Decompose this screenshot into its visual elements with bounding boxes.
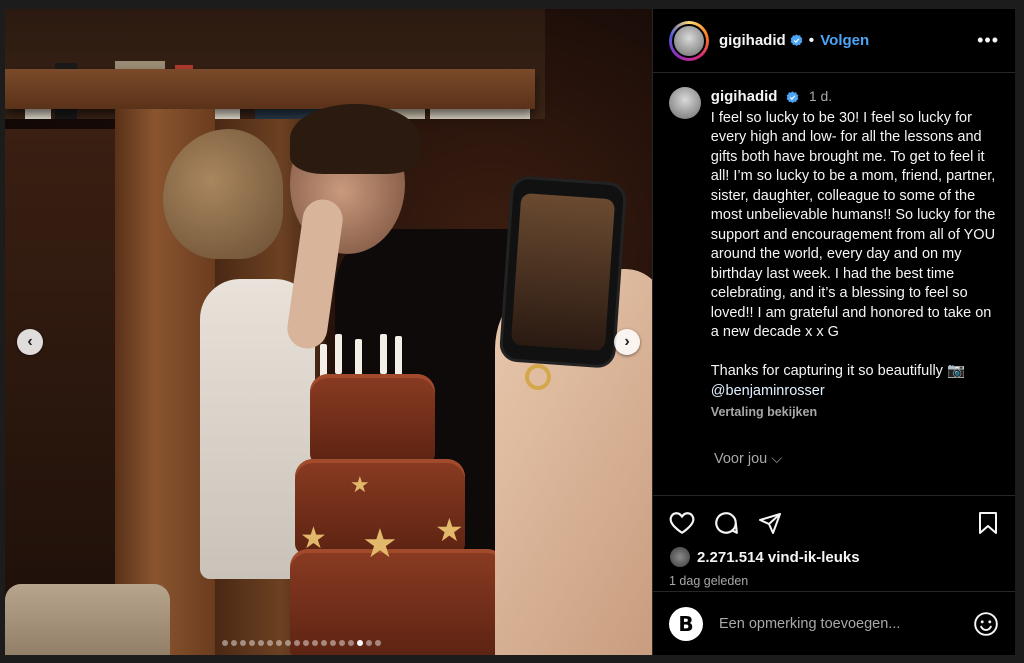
caption-body: gigihadid 1 d. I feel so lucky to be 30!… — [711, 87, 999, 423]
carousel-dot — [222, 640, 228, 646]
carousel-dot — [321, 640, 327, 646]
translate-link[interactable]: Vertaling bekijken — [711, 403, 999, 423]
bookmark-icon[interactable] — [977, 511, 999, 535]
comment-input[interactable] — [717, 614, 951, 633]
post-date: 1 dag geleden — [669, 574, 749, 588]
brand-avatar: B — [669, 606, 703, 641]
carousel-dot — [339, 640, 345, 646]
star-decoration: ★ — [435, 512, 464, 548]
likes-count[interactable]: 2.271.514 vind-ik-leuks — [697, 549, 860, 566]
likes-row[interactable]: 2.271.514 vind-ik-leuks — [653, 538, 1015, 568]
carousel-dot — [240, 640, 246, 646]
carousel-dot — [249, 640, 255, 646]
caption-timestamp[interactable]: 1 d. — [809, 88, 832, 104]
carousel-indicator — [222, 640, 381, 646]
sofa — [5, 584, 170, 655]
window-frame: ★ ★ ★ ★ ‹ › gigihadid • Volgen ••• gigih… — [0, 0, 1024, 663]
candle — [395, 336, 402, 376]
candle — [380, 334, 387, 374]
background-room — [5, 129, 115, 655]
star-decoration: ★ — [350, 472, 370, 497]
cake-tier — [310, 374, 435, 464]
candle — [335, 334, 342, 374]
send-icon[interactable] — [757, 511, 783, 535]
carousel-dot — [312, 640, 318, 646]
comment-bar: B — [653, 591, 1015, 655]
more-options-icon[interactable]: ••• — [977, 30, 999, 51]
heart-icon[interactable] — [669, 511, 695, 535]
caption-avatar[interactable] — [669, 87, 701, 119]
man-hair — [290, 104, 420, 174]
carousel-dot — [231, 640, 237, 646]
carousel-dot — [357, 640, 363, 646]
verified-badge-icon — [790, 34, 803, 47]
carousel-dot — [348, 640, 354, 646]
candle — [355, 339, 362, 379]
story-ring[interactable] — [669, 20, 709, 61]
shelf-board — [5, 69, 535, 109]
phone — [498, 175, 628, 369]
caption-username-link[interactable]: gigihadid — [711, 88, 778, 105]
post-media[interactable]: ★ ★ ★ ★ ‹ › — [5, 9, 652, 655]
star-decoration: ★ — [300, 522, 327, 555]
carousel-dot — [276, 640, 282, 646]
caption-header: gigihadid 1 d. — [711, 87, 999, 107]
avatar[interactable] — [672, 23, 706, 58]
emoji-icon[interactable] — [973, 611, 999, 637]
post-actions: 2.271.514 vind-ik-leuks 1 dag geleden — [653, 495, 1015, 588]
next-image-button[interactable]: › — [614, 329, 640, 355]
mention-link[interactable]: @benjaminrosser — [711, 382, 999, 402]
comment-icon[interactable] — [713, 510, 739, 536]
carousel-dot — [303, 640, 309, 646]
post-header: gigihadid • Volgen ••• — [653, 9, 1015, 73]
carousel-dot — [366, 640, 372, 646]
post-side-panel: gigihadid • Volgen ••• gigihadid 1 d. I … — [652, 9, 1015, 655]
birthday-cake: ★ ★ ★ ★ — [290, 334, 515, 655]
carousel-dot — [258, 640, 264, 646]
caption-text: I feel so lucky to be 30! I feel so luck… — [710, 109, 996, 380]
star-decoration: ★ — [362, 522, 398, 566]
carousel-dot — [294, 640, 300, 646]
ring — [525, 364, 551, 390]
action-icons — [653, 496, 1015, 538]
username-link[interactable]: gigihadid — [719, 32, 786, 49]
liker-avatar — [669, 546, 691, 568]
separator-dot: • — [808, 31, 815, 49]
carousel-dot — [375, 640, 381, 646]
post-caption: gigihadid 1 d. I feel so lucky to be 30!… — [653, 73, 1015, 423]
carousel-dot — [330, 640, 336, 646]
carousel-dot — [267, 640, 273, 646]
previous-image-button[interactable]: ‹ — [17, 329, 43, 355]
carousel-dot — [285, 640, 291, 646]
verified-badge-icon — [786, 90, 798, 103]
follow-button[interactable]: Volgen — [820, 32, 869, 49]
for-you-dropdown[interactable]: Voor jou ⌵ — [714, 451, 1015, 467]
phone-screen — [510, 192, 616, 352]
